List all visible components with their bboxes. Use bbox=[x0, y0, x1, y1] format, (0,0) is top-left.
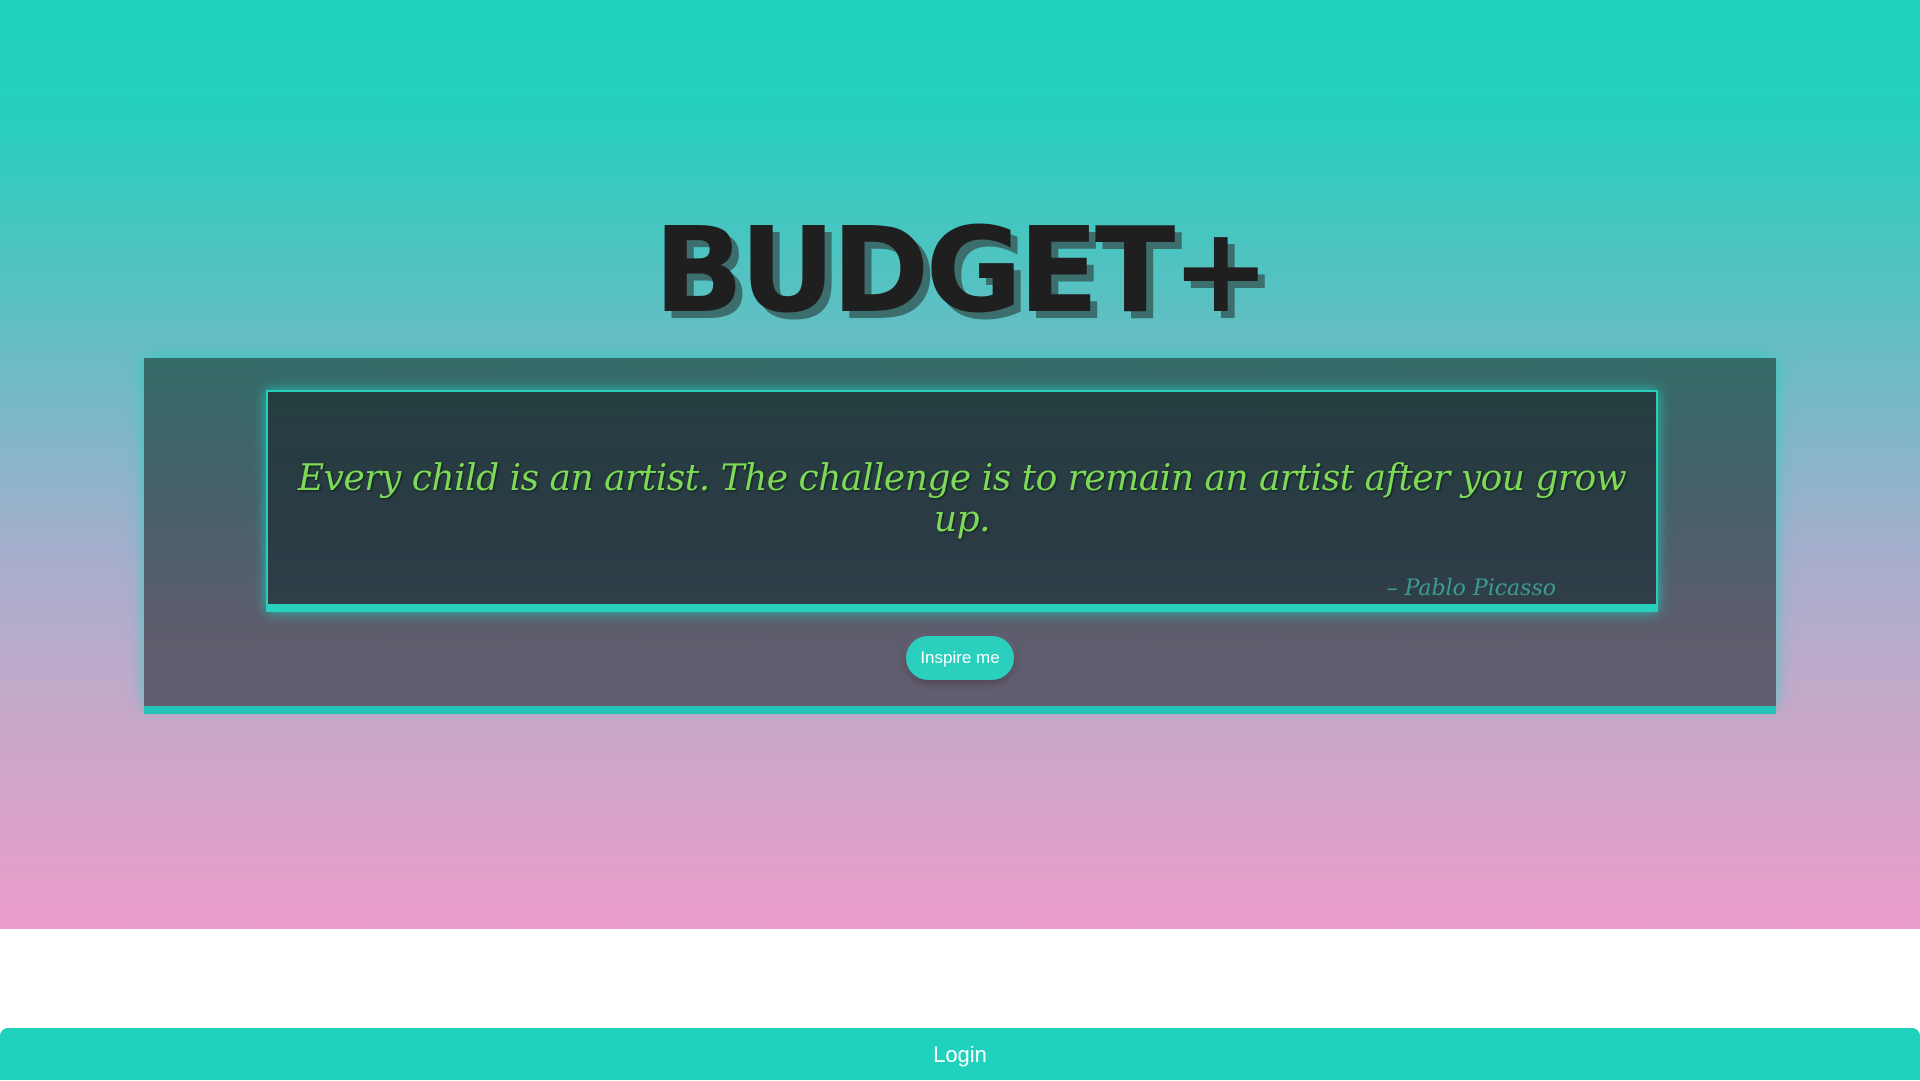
quote-card: Every child is an artist. The challenge … bbox=[266, 390, 1658, 612]
quote-panel: Every child is an artist. The challenge … bbox=[144, 358, 1776, 706]
quote-author: – Pablo Picasso bbox=[1386, 576, 1556, 601]
app-title: BUDGET+ bbox=[653, 201, 1271, 339]
login-button[interactable]: Login bbox=[0, 1028, 1920, 1080]
hero-section: BUDGET+ Every child is an artist. The ch… bbox=[0, 0, 1920, 929]
inspire-me-button[interactable]: Inspire me bbox=[906, 636, 1014, 680]
quote-text: Every child is an artist. The challenge … bbox=[297, 458, 1627, 540]
